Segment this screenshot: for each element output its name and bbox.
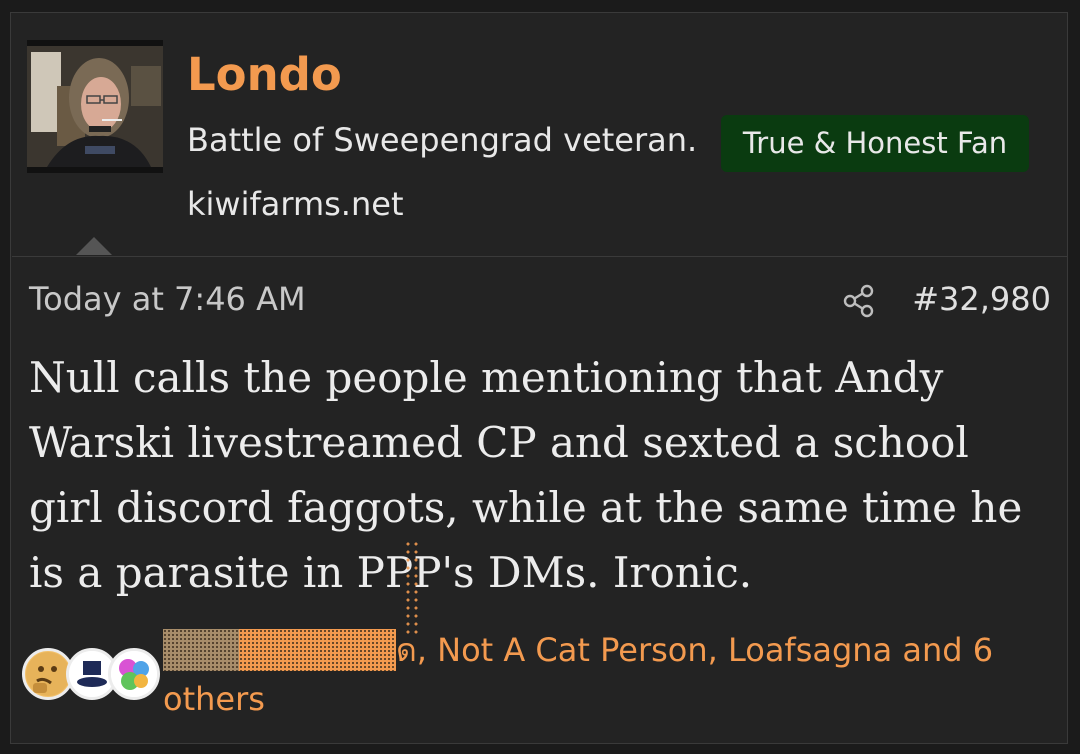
zalgo-text-glitch: [404, 540, 422, 634]
user-site: kiwifarms.net: [187, 185, 404, 223]
avatar-image: [27, 46, 163, 167]
share-icon[interactable]: [841, 283, 877, 319]
reaction-icons[interactable]: [22, 648, 162, 704]
user-avatar[interactable]: [27, 40, 163, 173]
post-number[interactable]: #32,980: [912, 280, 1051, 318]
divider: [12, 256, 1068, 257]
post-body: Null calls the people mentioning that An…: [29, 353, 1023, 597]
post-timestamp[interactable]: Today at 7:46 AM: [29, 280, 306, 318]
reaction-list-link[interactable]: ด, Not A Cat Person, Loafsagna and 6 oth…: [163, 626, 1043, 724]
user-banner-badge: True & Honest Fan: [721, 115, 1029, 172]
username[interactable]: Londo: [187, 48, 342, 102]
caret-up-icon: [76, 237, 112, 255]
puzzle-icon: [108, 648, 160, 700]
user-title: Battle of Sweepengrad veteran.: [187, 121, 698, 159]
